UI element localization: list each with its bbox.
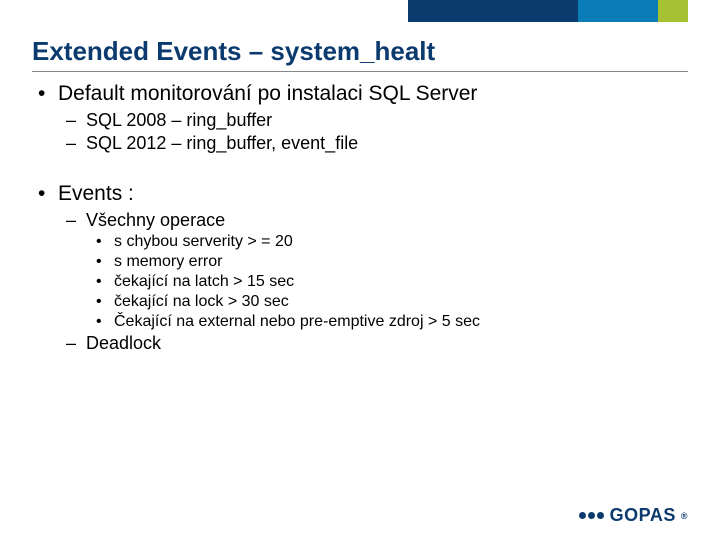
registered-mark-icon: ® — [681, 511, 688, 521]
slide-content: Extended Events – system_healt Default m… — [32, 30, 688, 520]
bullet-text: Default monitorování po instalaci SQL Se… — [58, 82, 477, 105]
item-lock: čekající na lock > 30 sec — [86, 293, 688, 311]
subbullet-sql2012: SQL 2012 – ring_buffer, event_file — [58, 133, 688, 154]
subbullet-all-operations: Všechny operace s chybou serverity > = 2… — [58, 210, 688, 331]
accent-bar-green — [658, 0, 688, 22]
subbullet-text: Všechny operace — [86, 210, 225, 230]
header-accent-bars — [408, 0, 688, 22]
bullet-list-level1: Default monitorování po instalaci SQL Se… — [32, 82, 688, 354]
subbullet-deadlock: Deadlock — [58, 333, 688, 354]
bullet-list-level3: s chybou serverity > = 20 s memory error… — [86, 233, 688, 331]
bullet-default-monitoring: Default monitorování po instalaci SQL Se… — [32, 82, 688, 154]
brand-logo: GOPAS ® — [579, 505, 688, 526]
accent-bar-blue — [578, 0, 658, 22]
subbullet-sql2008: SQL 2008 – ring_buffer — [58, 110, 688, 131]
spacer — [32, 158, 688, 178]
accent-bar-navy — [408, 0, 578, 22]
item-external: Čekající na external nebo pre-emptive zd… — [86, 313, 688, 331]
bullet-text: Events : — [58, 182, 134, 205]
item-memory-error: s memory error — [86, 253, 688, 271]
slide-title: Extended Events – system_healt — [32, 36, 688, 67]
title-divider — [32, 71, 688, 72]
bullet-list-level2: Všechny operace s chybou serverity > = 2… — [58, 210, 688, 354]
item-severity: s chybou serverity > = 20 — [86, 233, 688, 251]
logo-dots-icon — [579, 512, 604, 519]
brand-name: GOPAS — [610, 505, 676, 526]
bullet-events: Events : Všechny operace s chybou server… — [32, 182, 688, 354]
item-latch: čekající na latch > 15 sec — [86, 273, 688, 291]
bullet-list-level2: SQL 2008 – ring_buffer SQL 2012 – ring_b… — [58, 110, 688, 154]
